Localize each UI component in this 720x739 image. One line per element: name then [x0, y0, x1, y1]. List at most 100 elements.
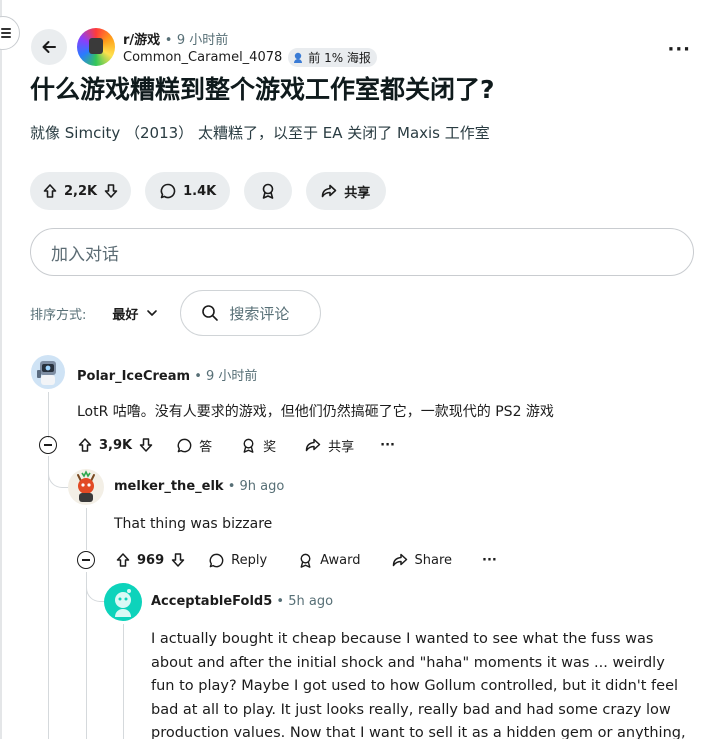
- comment-more-button[interactable]: ···: [380, 438, 395, 453]
- award-icon: [243, 438, 254, 453]
- meta-separator: •: [164, 33, 173, 48]
- author-row: Common_Caramel_4078 前 1% 海报: [123, 48, 377, 67]
- comment-share-button[interactable]: Share: [391, 551, 453, 569]
- comment-vote-count: 969: [137, 552, 165, 568]
- snoo-avatar-icon: [115, 589, 131, 617]
- thread-branch: [86, 572, 106, 602]
- share-arrow-icon: [305, 438, 321, 452]
- share-arrow-icon: [392, 553, 407, 567]
- flair-text: 前 1% 海报: [308, 51, 371, 65]
- arrow-up-icon[interactable]: [115, 552, 131, 568]
- post-vote-count: 2,2K: [64, 183, 98, 199]
- award-icon: [262, 183, 274, 199]
- arrow-down-icon[interactable]: [170, 552, 186, 568]
- left-rail-divider: [0, 0, 2, 739]
- comment-time: 9h ago: [239, 479, 285, 494]
- subreddit-avatar[interactable]: [77, 28, 115, 66]
- share-label: 共享: [328, 439, 355, 455]
- share-arrow-icon: [321, 184, 337, 198]
- award-label: Award: [320, 552, 361, 568]
- avatar[interactable]: [104, 583, 142, 621]
- comment-vote-count: 3,9K: [99, 437, 133, 453]
- search-comments-placeholder: 搜索评论: [229, 304, 290, 323]
- back-button[interactable]: [31, 29, 67, 65]
- snoo-avatar-icon: [77, 470, 95, 502]
- comment-text: I actually bought it cheap because I wan…: [151, 631, 686, 739]
- comment-share-button[interactable]: 共享: [304, 436, 354, 455]
- post-time: 9 小时前: [176, 33, 229, 48]
- award-label: 奖: [263, 439, 277, 455]
- join-placeholder: 加入对话: [51, 244, 119, 265]
- post-author[interactable]: Common_Caramel_4078: [123, 50, 282, 65]
- reply-button[interactable]: Reply: [208, 552, 267, 569]
- award-button[interactable]: [244, 172, 293, 210]
- post-more-options-button[interactable]: ···: [667, 39, 691, 60]
- subreddit-name[interactable]: r/游戏: [123, 33, 160, 48]
- sort-bar: 排序方式: 最好 搜索评论: [30, 290, 322, 336]
- comment-meta: AcceptableFold5 • 5h ago: [151, 594, 333, 609]
- comment-vote: 3,9K: [77, 437, 154, 453]
- thread-line: [48, 456, 49, 739]
- comment-text: LotR 咕噜。没有人要求的游戏，但他们仍然搞砸了它，一款现代的 PS2 游戏: [77, 404, 554, 420]
- search-icon: [202, 305, 219, 321]
- thread-branch: [48, 456, 68, 488]
- comment-meta: melker_the_elk • 9h ago: [114, 479, 284, 494]
- user-flair: 前 1% 海报: [288, 48, 377, 67]
- arrow-up-icon[interactable]: [42, 183, 58, 199]
- comment-author[interactable]: AcceptableFold5: [151, 594, 272, 609]
- arrow-down-icon[interactable]: [138, 437, 154, 453]
- sort-dropdown[interactable]: 最好: [112, 304, 158, 323]
- post-actions: 2,2K 1.4K 共享: [30, 172, 387, 210]
- comment-time: 5h ago: [288, 594, 334, 609]
- comment-count: 1.4K: [183, 183, 217, 199]
- post-header: r/游戏 • 9 小时前 Common_Caramel_4078 前 1% 海报…: [31, 27, 701, 67]
- snoo-avatar-icon: [37, 361, 56, 385]
- comments-button[interactable]: 1.4K: [145, 172, 231, 210]
- arrow-up-icon[interactable]: [77, 437, 93, 453]
- post-body: 就像 Simcity （2013） 太糟糕了，以至于 EA 关闭了 Maxis …: [30, 124, 490, 142]
- sort-value: 最好: [112, 307, 139, 323]
- meta-separator: •: [276, 594, 285, 609]
- share-label: Share: [414, 552, 453, 568]
- comment-author[interactable]: Polar_IceCream: [77, 369, 190, 384]
- minus-circle-icon[interactable]: [39, 436, 57, 454]
- avatar[interactable]: [31, 355, 65, 389]
- thread-line: [86, 572, 87, 739]
- arrow-left-icon: [42, 41, 56, 53]
- speech-bubble-icon: [160, 183, 176, 199]
- comment-actions: 3,9K 答 奖 共享 ···: [39, 434, 395, 456]
- avatar[interactable]: [68, 469, 104, 505]
- arrow-down-icon[interactable]: [103, 183, 119, 199]
- meta-separator: •: [227, 479, 236, 494]
- comment-author[interactable]: melker_the_elk: [114, 479, 224, 494]
- sidebar-menu-button[interactable]: [0, 16, 20, 50]
- sort-label: 排序方式:: [30, 307, 87, 323]
- comment-meta: Polar_IceCream • 9 小时前: [77, 365, 257, 384]
- comment-more-button[interactable]: ···: [482, 553, 497, 568]
- join-conversation-input[interactable]: 加入对话: [30, 228, 694, 276]
- thread-line: [123, 624, 124, 739]
- reply-button[interactable]: 答: [176, 436, 212, 455]
- comment-vote: 969: [115, 552, 186, 568]
- meta-separator: •: [194, 369, 202, 384]
- speech-bubble-icon: [209, 553, 224, 567]
- comment-actions: 969 Reply Award Share ···: [77, 549, 497, 571]
- award-icon: [300, 553, 311, 568]
- flair-badge-icon: [294, 52, 303, 63]
- comment-award-button[interactable]: Award: [297, 552, 361, 569]
- thread-line: [86, 508, 87, 550]
- hamburger-icon: [1, 28, 11, 38]
- speech-bubble-icon: [177, 438, 192, 452]
- vote-pill: 2,2K: [30, 172, 132, 210]
- post-title: 什么游戏糟糕到整个游戏工作室都关闭了?: [30, 75, 495, 104]
- share-label: 共享: [344, 185, 371, 201]
- minus-circle-icon[interactable]: [77, 551, 95, 569]
- comment-time: 9 小时前: [206, 369, 258, 384]
- reply-label: 答: [199, 439, 213, 455]
- reply-label: Reply: [231, 552, 268, 568]
- thread-line: [48, 392, 49, 438]
- subreddit-meta: r/游戏 • 9 小时前: [123, 29, 228, 48]
- search-comments-input[interactable]: 搜索评论: [180, 290, 322, 336]
- comment-award-button[interactable]: 奖: [240, 436, 276, 455]
- share-button[interactable]: 共享: [306, 172, 387, 210]
